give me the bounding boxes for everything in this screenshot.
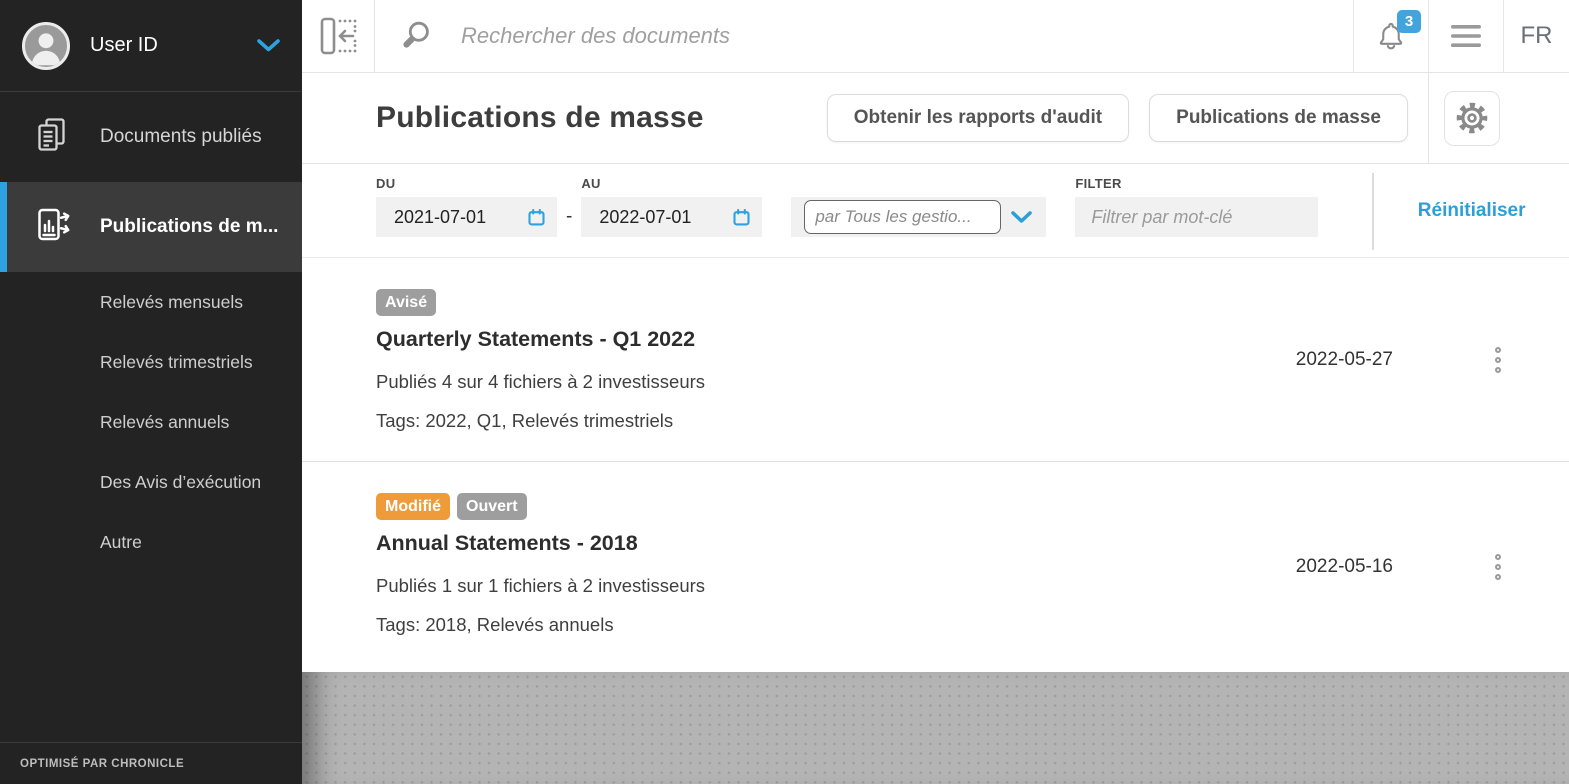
- date-to-group: AU: [581, 164, 763, 237]
- publication-tags: Tags: 2022, Q1, Relevés trimestriels: [376, 410, 674, 431]
- user-menu[interactable]: User ID: [0, 0, 302, 92]
- sidebar-item-releves-mensuels[interactable]: Relevés mensuels: [0, 272, 302, 332]
- topbar: 3 FR: [302, 0, 1569, 73]
- sidebar-item-releves-trimestriels[interactable]: Relevés trimestriels: [0, 332, 302, 392]
- mass-publications-button[interactable]: Publications de masse: [1149, 94, 1408, 142]
- keyword-filter-group: FILTER: [1075, 164, 1319, 237]
- keyword-filter-input[interactable]: [1089, 205, 1305, 229]
- date-from-label: DU: [376, 176, 396, 191]
- sidebar-item-autre[interactable]: Autre: [0, 512, 302, 572]
- manager-dropdown-group: par Tous les gestio...: [791, 164, 1047, 237]
- page-title: Publications de masse: [376, 101, 704, 134]
- date-from-field[interactable]: [376, 197, 557, 237]
- publication-list: Avisé Quarterly Statements - Q1 2022 Pub…: [302, 258, 1569, 672]
- sidebar-item-publications-de-masse[interactable]: Publications de m...: [0, 182, 302, 272]
- manager-dropdown-value: par Tous les gestio...: [804, 200, 1002, 234]
- main-area: 3 FR Publications de masse Obtenir les r…: [302, 0, 1569, 784]
- collapse-sidebar-icon: [320, 17, 357, 55]
- language-selector[interactable]: FR: [1503, 0, 1569, 72]
- publication-detail: Publiés 4 sur 4 fichiers à 2 investisseu…: [376, 371, 706, 392]
- publication-tags: Tags: 2018, Relevés annuels: [376, 614, 614, 635]
- audit-reports-button[interactable]: Obtenir les rapports d'audit: [826, 94, 1130, 142]
- sidebar: User ID Documents publiés Publications d…: [0, 0, 302, 784]
- keyword-filter-field: [1075, 197, 1319, 237]
- search-bar: [375, 0, 1353, 72]
- date-from-input[interactable]: [392, 205, 528, 229]
- hamburger-icon: [1451, 25, 1481, 47]
- date-to-field[interactable]: [581, 197, 763, 237]
- publication-title: Annual Statements - 2018: [376, 531, 638, 555]
- sidebar-item-label: Documents publiés: [100, 126, 262, 147]
- status-badge: Modifié: [376, 493, 450, 520]
- row-actions-kebab-icon[interactable]: [1491, 550, 1505, 584]
- filter-bar: DU - AU par Tous les gestio.: [302, 164, 1569, 258]
- keyword-filter-label: FILTER: [1075, 176, 1122, 191]
- publication-row[interactable]: Avisé Quarterly Statements - Q1 2022 Pub…: [302, 258, 1569, 462]
- collapse-sidebar-button[interactable]: [302, 0, 375, 72]
- settings-cell: [1428, 73, 1569, 163]
- user-name: User ID: [90, 34, 158, 56]
- menu-button[interactable]: [1428, 0, 1503, 72]
- publication-date: 2022-05-16: [1295, 556, 1393, 577]
- sidebar-item-label: Publications de m...: [100, 216, 279, 237]
- documents-icon: [32, 115, 74, 160]
- date-from-group: DU: [376, 164, 557, 237]
- person-icon: [31, 32, 61, 65]
- powered-by-label: OPTIMISÉ PAR CHRONICLE: [0, 742, 302, 784]
- dotted-background: [302, 672, 1569, 784]
- date-to-label: AU: [581, 176, 601, 191]
- chevron-down-icon: [1011, 210, 1033, 224]
- sidebar-subnav: Relevés mensuels Relevés trimestriels Re…: [0, 272, 302, 572]
- row-actions-kebab-icon[interactable]: [1491, 343, 1505, 377]
- avatar: [22, 21, 70, 70]
- page-header: Publications de masse Obtenir les rappor…: [302, 73, 1569, 164]
- calendar-icon[interactable]: [528, 208, 545, 226]
- gear-icon: [1456, 102, 1488, 134]
- manager-dropdown[interactable]: par Tous les gestio...: [791, 197, 1047, 237]
- publication-detail: Publiés 1 sur 1 fichiers à 2 investisseu…: [376, 575, 706, 596]
- calendar-icon[interactable]: [733, 208, 750, 226]
- sidebar-item-documents-publies[interactable]: Documents publiés: [0, 92, 302, 182]
- date-to-input[interactable]: [597, 205, 734, 229]
- status-badge: Avisé: [376, 289, 437, 316]
- search-input[interactable]: [459, 22, 1353, 50]
- sidebar-item-avis-execution[interactable]: Des Avis d’exécution: [0, 452, 302, 512]
- publication-row[interactable]: Modifié Ouvert Annual Statements - 2018 …: [302, 462, 1569, 672]
- mass-publication-icon: [32, 205, 74, 250]
- publication-title: Quarterly Statements - Q1 2022: [376, 327, 696, 351]
- notifications-button[interactable]: 3: [1353, 0, 1428, 72]
- settings-button[interactable]: [1444, 90, 1500, 146]
- status-badge: Ouvert: [457, 493, 527, 520]
- sidebar-item-releves-annuels[interactable]: Relevés annuels: [0, 392, 302, 452]
- search-icon: [403, 21, 429, 48]
- notification-count-badge: 3: [1397, 10, 1421, 33]
- publication-date: 2022-05-27: [1295, 348, 1393, 370]
- reset-filters-link[interactable]: Réinitialiser: [1418, 200, 1526, 222]
- chevron-down-icon: [257, 39, 280, 52]
- date-range-separator: -: [566, 206, 573, 227]
